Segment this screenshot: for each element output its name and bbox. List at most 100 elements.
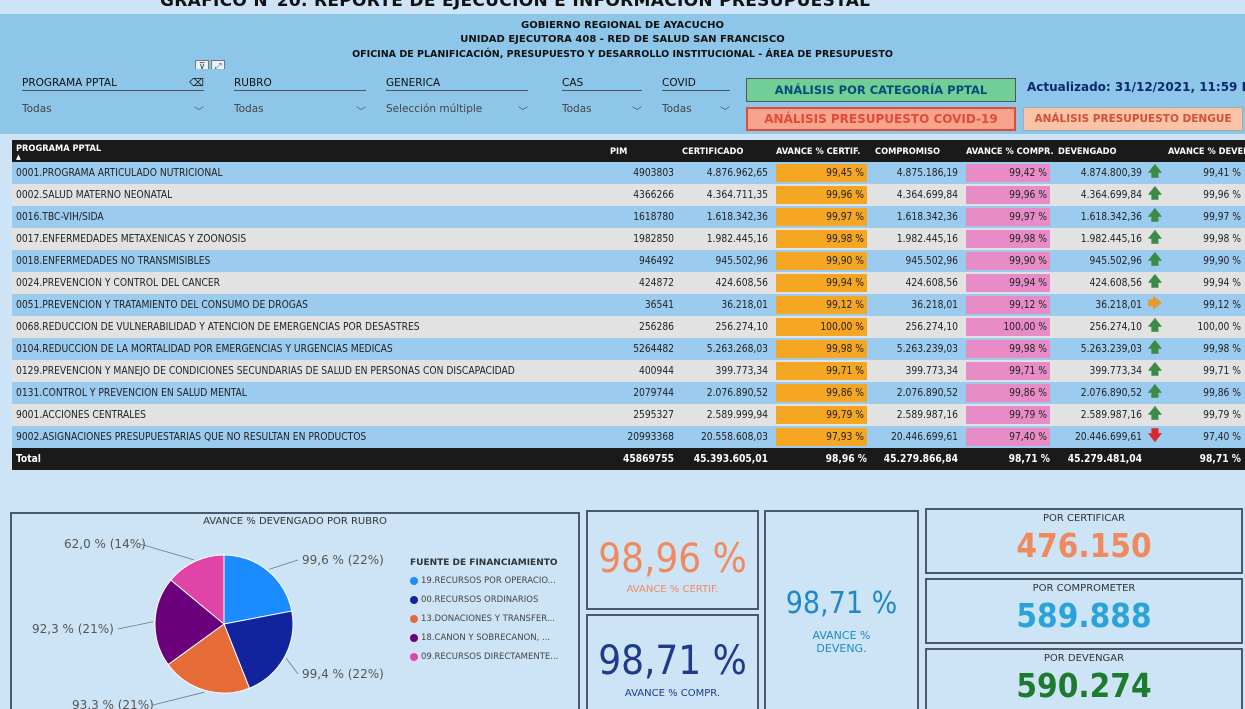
cell-trend: 🡅 (1146, 382, 1164, 404)
chevron-down-icon[interactable]: ﹀ (518, 103, 528, 118)
table-row[interactable]: 0017.ENFERMEDADES METAXENICAS Y ZOONOSIS… (12, 228, 1245, 250)
arrow-up-icon: 🡅 (1147, 406, 1163, 422)
cell-avance-deveng: 100,00 % (1197, 321, 1241, 333)
cell-avance-compr: 100,00 % (962, 316, 1054, 338)
cell-avance-certif: 99,98 % (772, 228, 871, 250)
analisis-dengue-button[interactable]: ANÁLISIS PRESUPUESTO DENGUE (1023, 107, 1243, 131)
cell-avance-deveng: 99,98 % (1203, 233, 1241, 245)
table-row[interactable]: 0018.ENFERMEDADES NO TRANSMISIBLES 946492… (12, 250, 1245, 272)
por-comprometer-title: POR COMPROMETER (1032, 583, 1136, 594)
slicer-rubro-label: RUBRO (234, 77, 272, 89)
cell-certificado: 20.558.608,03 (700, 431, 768, 443)
cell-programa: 0051.PREVENCION Y TRATAMIENTO DEL CONSUM… (16, 299, 308, 311)
report-header: GOBIERNO REGIONAL DE AYACUCHO UNIDAD EJE… (0, 14, 1245, 74)
analisis-categoria-button[interactable]: ANÁLISIS POR CATEGORÍA PPTAL (746, 78, 1016, 102)
col-certificado[interactable]: CERTIFICADO (678, 140, 772, 162)
table-row[interactable]: 0051.PREVENCION Y TRATAMIENTO DEL CONSUM… (12, 294, 1245, 316)
cell-devengado: 4.874.800,39 (1080, 167, 1142, 179)
compr-bar: 99,96 % (966, 186, 1050, 204)
kpi-compr-label: AVANCE % COMPR. (624, 688, 721, 699)
cell-devengado: 1.618.342,36 (1080, 211, 1142, 223)
col-programa[interactable]: PROGRAMA PPTAL (16, 143, 101, 154)
chevron-down-icon[interactable]: ﹀ (356, 103, 366, 118)
table-row[interactable]: 0131.CONTROL Y PREVENCION EN SALUD MENTA… (12, 382, 1245, 404)
compr-bar: 99,42 % (966, 164, 1050, 182)
cell-pim: 2595327 (633, 409, 674, 421)
table-row[interactable]: 9002.ASIGNACIONES PRESUPUESTARIAS QUE NO… (12, 426, 1245, 448)
compr-bar: 97,40 % (966, 428, 1050, 446)
cell-certificado: 424.608,56 (715, 277, 768, 289)
cell-avance-certif: 99,98 % (772, 338, 871, 360)
cell-avance-compr: 99,98 % (962, 338, 1054, 360)
compr-bar: 100,00 % (966, 318, 1050, 336)
table-row[interactable]: 0068.REDUCCION DE VULNERABILIDAD Y ATENC… (12, 316, 1245, 338)
certif-bar: 100,00 % (776, 318, 867, 336)
cell-avance-deveng: 99,79 % (1203, 409, 1241, 421)
cell-certificado: 945.502,96 (715, 255, 768, 267)
cell-compromiso: 945.502,96 (905, 255, 958, 267)
pie-leader-line (285, 657, 299, 675)
legend-item[interactable]: 13.DONACIONES Y TRANSFER... (410, 614, 558, 624)
chevron-down-icon[interactable]: ﹀ (632, 103, 642, 118)
col-pim[interactable]: PIM (606, 140, 678, 162)
col-trend (1146, 140, 1164, 162)
compr-bar: 99,98 % (966, 230, 1050, 248)
kpi-certif-label: AVANCE % CERTIF. (626, 584, 719, 595)
cell-compromiso: 4.875.186,19 (896, 167, 958, 179)
cell-programa: 0018.ENFERMEDADES NO TRANSMISIBLES (16, 255, 211, 267)
arrow-up-icon: 🡅 (1147, 252, 1163, 268)
cell-avance-compr: 99,12 % (962, 294, 1054, 316)
cell-devengado: 2.589.987,16 (1080, 409, 1142, 421)
sort-ascending-icon[interactable]: ▲ (16, 153, 21, 160)
legend-item[interactable]: 00.RECURSOS ORDINARIOS (410, 595, 558, 605)
table-row[interactable]: 0024.PREVENCION Y CONTROL DEL CANCER 4248… (12, 272, 1245, 294)
pie-data-label: 62,0 % (14%) (64, 537, 146, 551)
slicer-cas[interactable]: CAS Todas ﹀ (562, 77, 642, 118)
pie-leader-line (117, 621, 154, 630)
chevron-down-icon[interactable]: ﹀ (720, 103, 730, 118)
table-row[interactable]: 0104.REDUCCION DE LA MORTALIDAD POR EMER… (12, 338, 1245, 360)
col-avance-certif[interactable]: AVANCE % CERTIF. (772, 140, 871, 162)
total-devengado: 45.279.481,04 (1067, 453, 1142, 465)
col-compromiso[interactable]: COMPROMISO (871, 140, 962, 162)
cell-avance-compr: 99,98 % (962, 228, 1054, 250)
legend-item[interactable]: 19.RECURSOS POR OPERACIO... (410, 576, 558, 586)
cell-avance-compr: 99,79 % (962, 404, 1054, 426)
eraser-icon[interactable]: ⌫ (189, 77, 204, 89)
table-row[interactable]: 9001.ACCIONES CENTRALES 2595327 2.589.999,… (12, 404, 1245, 426)
cell-trend: 🡅 (1146, 316, 1164, 338)
page-title: GRÁFICO N°20. REPORTE DE EJECUCIÓN E INF… (160, 0, 871, 11)
col-devengado[interactable]: DEVENGADO (1054, 140, 1146, 162)
arrow-up-icon: 🡅 (1147, 318, 1163, 334)
cell-avance-deveng: 99,41 % (1203, 167, 1241, 179)
slicer-covid[interactable]: COVID Todas ﹀ (662, 77, 730, 118)
pie-panel: AVANCE % DEVENGADO POR RUBRO 99,6 % (22%… (10, 512, 580, 709)
slicer-programa-value: Todas (22, 103, 52, 115)
table-row[interactable]: 0002.SALUD MATERNO NEONATAL 4366266 4.364.… (12, 184, 1245, 206)
por-certificar-title: POR CERTIFICAR (1042, 513, 1126, 524)
cell-pim: 36541 (644, 299, 674, 311)
cell-pim: 4903803 (633, 167, 674, 179)
slicer-programa[interactable]: PROGRAMA PPTAL ⌫ Todas ﹀ (22, 77, 204, 118)
arrow-right-icon: 🡆 (1147, 296, 1163, 312)
slicer-rubro[interactable]: RUBRO Todas ﹀ (234, 77, 366, 118)
cell-certificado: 1.618.342,36 (706, 211, 768, 223)
cell-programa: 0001.PROGRAMA ARTICULADO NUTRICIONAL (16, 167, 223, 179)
arrow-up-icon: 🡅 (1147, 340, 1163, 356)
legend-item[interactable]: 18.CANON Y SOBRECANON, ... (410, 633, 558, 643)
arrow-down-icon: 🡇 (1147, 428, 1163, 444)
legend-item[interactable]: 09.RECURSOS DIRECTAMENTE... (410, 652, 558, 662)
arrow-up-icon: 🡅 (1147, 384, 1163, 400)
table-row[interactable]: 0129.PREVENCION Y MANEJO DE CONDICIONES … (12, 360, 1245, 382)
table-row[interactable]: 0001.PROGRAMA ARTICULADO NUTRICIONAL 4903… (12, 162, 1245, 184)
slicer-generica[interactable]: GENERICA Selección múltiple ﹀ (386, 77, 528, 118)
analisis-covid-button[interactable]: ANÁLISIS PRESUPUESTO COVID-19 (746, 107, 1016, 131)
table-row[interactable]: 0016.TBC-VIH/SIDA 1618780 1.618.342,36 99,9… (12, 206, 1245, 228)
chevron-down-icon[interactable]: ﹀ (194, 103, 204, 118)
col-avance-deveng[interactable]: AVANCE % DEVENG. (1164, 140, 1245, 162)
cell-compromiso: 399.773,34 (905, 365, 958, 377)
col-avance-compr[interactable]: AVANCE % COMPR. (962, 140, 1054, 162)
cell-pim: 424872 (639, 277, 674, 289)
pie-title: AVANCE % DEVENGADO POR RUBRO (203, 516, 387, 527)
cell-programa: 0017.ENFERMEDADES METAXENICAS Y ZOONOSIS (16, 233, 247, 245)
